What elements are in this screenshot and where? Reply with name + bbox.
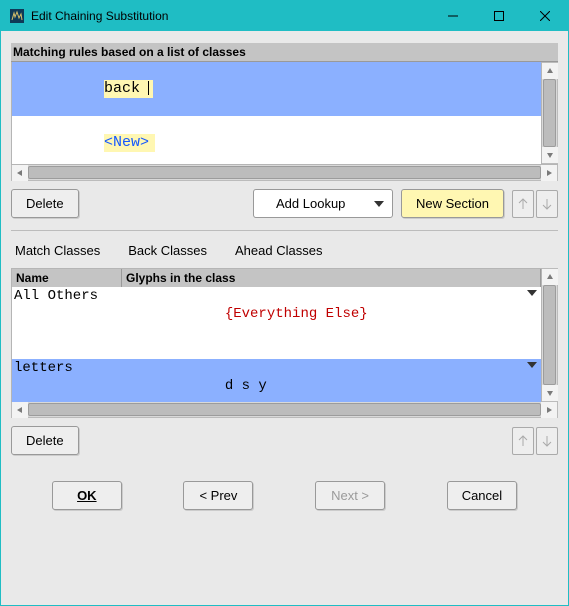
app-icon (9, 8, 25, 24)
class-glyphs-cell[interactable]: {Everything Else} (122, 287, 541, 359)
table-row[interactable]: letters d s y (12, 359, 541, 402)
scroll-down-icon[interactable] (542, 385, 558, 401)
chevron-down-icon[interactable] (527, 362, 537, 368)
rules-list-wrap: back <New> (11, 62, 558, 165)
move-up-button[interactable] (512, 427, 534, 455)
window-title: Edit Chaining Substitution (31, 9, 430, 23)
rules-list[interactable]: back <New> (11, 62, 542, 164)
maximize-button[interactable] (476, 1, 522, 31)
scroll-track[interactable] (542, 79, 557, 147)
rules-button-row: Delete Add Lookup New Section (11, 181, 558, 226)
move-down-button[interactable] (536, 190, 558, 218)
class-tabs: Match Classes Back Classes Ahead Classes (11, 243, 558, 268)
prev-button[interactable]: < Prev (183, 481, 253, 510)
cancel-button[interactable]: Cancel (447, 481, 517, 510)
next-button[interactable]: Next > (315, 481, 385, 510)
col-name[interactable]: Name (12, 269, 122, 287)
rule-reorder (512, 190, 558, 218)
scroll-thumb[interactable] (543, 285, 556, 385)
class-hscroll[interactable] (11, 402, 558, 418)
class-vscroll[interactable] (542, 268, 558, 402)
scroll-thumb[interactable] (28, 166, 541, 179)
scroll-right-icon[interactable] (541, 165, 557, 181)
rules-row-text: back (104, 80, 140, 97)
class-table-wrap: Name Glyphs in the class All Others {Eve… (11, 268, 558, 402)
ok-button[interactable]: OK (52, 481, 122, 510)
move-up-button[interactable] (512, 190, 534, 218)
rules-hscroll[interactable] (11, 165, 558, 181)
scroll-right-icon[interactable] (541, 402, 557, 418)
minimize-button[interactable] (430, 1, 476, 31)
rules-row[interactable]: back (12, 62, 541, 116)
separator (11, 230, 558, 231)
scroll-track[interactable] (28, 402, 541, 417)
scroll-thumb[interactable] (543, 79, 556, 147)
class-reorder (512, 427, 558, 455)
add-lookup-label: Add Lookup (276, 196, 345, 211)
scroll-down-icon[interactable] (542, 147, 558, 163)
scroll-thumb[interactable] (28, 403, 541, 416)
rules-row-new[interactable]: <New> (12, 116, 541, 164)
chevron-down-icon (374, 201, 384, 207)
move-down-button[interactable] (536, 427, 558, 455)
add-lookup-dropdown[interactable]: Add Lookup (253, 189, 393, 218)
rules-vscroll[interactable] (542, 62, 558, 164)
tab-match-classes[interactable]: Match Classes (15, 243, 100, 258)
titlebar: Edit Chaining Substitution (1, 1, 568, 31)
class-glyphs-cell[interactable]: d s y (122, 359, 541, 402)
table-row[interactable]: All Others {Everything Else} (12, 287, 541, 359)
scroll-left-icon[interactable] (12, 402, 28, 418)
close-button[interactable] (522, 1, 568, 31)
scroll-track[interactable] (542, 285, 557, 385)
scroll-up-icon[interactable] (542, 269, 558, 285)
class-table-header: Name Glyphs in the class (12, 269, 541, 287)
scroll-up-icon[interactable] (542, 63, 558, 79)
class-table[interactable]: Name Glyphs in the class All Others {Eve… (11, 268, 542, 402)
class-button-row: Delete (11, 418, 558, 463)
class-name-cell[interactable]: All Others (12, 287, 122, 359)
chevron-down-icon[interactable] (527, 290, 537, 296)
rules-heading: Matching rules based on a list of classe… (11, 43, 558, 62)
delete-class-button[interactable]: Delete (11, 426, 79, 455)
content: Matching rules based on a list of classe… (1, 31, 568, 605)
dialog-footer: OK < Prev Next > Cancel (11, 463, 558, 526)
scroll-left-icon[interactable] (12, 165, 28, 181)
col-glyphs[interactable]: Glyphs in the class (122, 269, 541, 287)
new-section-button[interactable]: New Section (401, 189, 504, 218)
text-cursor (148, 81, 149, 95)
tab-ahead-classes[interactable]: Ahead Classes (235, 243, 322, 258)
delete-rule-button[interactable]: Delete (11, 189, 79, 218)
window: Edit Chaining Substitution Matching rule… (0, 0, 569, 606)
tab-back-classes[interactable]: Back Classes (128, 243, 207, 258)
class-name-cell[interactable]: letters (12, 359, 122, 402)
scroll-track[interactable] (28, 165, 541, 180)
